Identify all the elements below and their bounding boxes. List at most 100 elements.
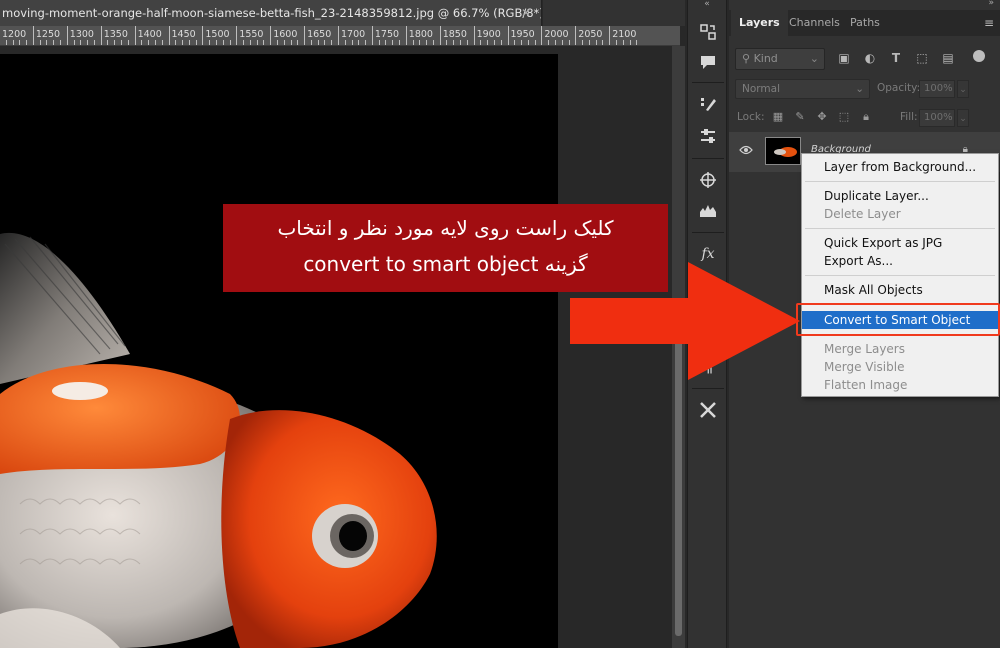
brushes-icon[interactable] — [695, 92, 721, 116]
shape-filter-icon[interactable]: ⬚ — [915, 51, 929, 65]
tab-bar-empty — [543, 0, 685, 26]
ruler-minor-tick — [209, 40, 211, 45]
ruler-minor-tick — [73, 40, 75, 45]
ruler-minor-tick — [114, 40, 116, 45]
ruler-label: 1850 — [442, 29, 467, 40]
document-title: moving-moment-orange-half-moon-siamese-b… — [2, 6, 541, 20]
ruler-minor-tick — [622, 40, 624, 45]
ruler-major-tick — [66, 26, 68, 45]
adjustments-icon[interactable] — [695, 124, 721, 148]
menu-item-flatten-image[interactable]: Flatten Image — [802, 376, 998, 394]
ruler-minor-tick — [365, 40, 367, 45]
ruler-minor-tick — [249, 40, 251, 45]
scrollbar-thumb[interactable] — [675, 336, 682, 636]
ruler-minor-tick — [154, 40, 156, 45]
filter-kind-select[interactable]: ⚲ Kind ⌄ — [735, 48, 825, 70]
collapse-panel-icon[interactable]: » — [988, 0, 994, 8]
menu-item-export-as[interactable]: Export As... — [802, 252, 998, 270]
chevron-down-icon: ⌄ — [855, 83, 864, 95]
ruler-minor-tick — [636, 40, 638, 45]
fish-photo — [0, 54, 558, 648]
collapse-dock-icon[interactable]: « — [688, 0, 726, 10]
ruler-minor-tick — [500, 40, 502, 45]
fill-chevron-icon[interactable]: ⌄ — [957, 109, 969, 127]
ruler-label: 1800 — [408, 29, 433, 40]
fill-field[interactable]: 100% — [919, 109, 955, 127]
ruler-minor-tick — [256, 40, 258, 45]
opacity-label: Opacity: — [877, 82, 921, 94]
ruler-minor-tick — [615, 40, 617, 45]
ruler-minor-tick — [5, 40, 7, 45]
ruler-minor-tick — [378, 40, 380, 45]
ruler-label: 1300 — [69, 29, 94, 40]
blend-mode-select[interactable]: Normal ⌄ — [735, 79, 870, 99]
ruler-minor-tick — [161, 40, 163, 45]
callout-line-1: کلیک راست روی لایه مورد نظر و انتخاب — [277, 216, 614, 240]
ruler-major-tick — [304, 26, 306, 45]
lock-transparent-icon[interactable]: ▦ — [771, 110, 785, 124]
ruler-major-tick — [338, 26, 339, 45]
pointer-arrow-icon — [570, 262, 800, 380]
tab-layers[interactable]: Layers — [731, 10, 788, 36]
ruler-minor-tick — [493, 40, 495, 45]
kind-label: Kind — [753, 52, 778, 65]
ruler-minor-tick — [39, 40, 41, 45]
menu-item-delete-layer[interactable]: Delete Layer — [802, 205, 998, 223]
opacity-field[interactable]: 100% — [919, 80, 955, 98]
chevron-down-icon: ⌄ — [809, 52, 819, 65]
document-tab[interactable]: moving-moment-orange-half-moon-siamese-b… — [0, 0, 542, 26]
ruler-major-tick — [100, 26, 102, 45]
ruler-minor-tick — [243, 40, 245, 45]
menu-item-merge-layers[interactable]: Merge Layers — [802, 340, 998, 358]
ruler-minor-tick — [527, 40, 529, 45]
ruler-minor-tick — [215, 40, 217, 45]
tools-cross-icon[interactable] — [695, 398, 721, 422]
menu-item-mask-all-objects[interactable]: Mask All Objects — [802, 281, 998, 299]
ruler-minor-tick — [93, 40, 95, 45]
adjustment-filter-icon[interactable]: ◐ — [863, 51, 877, 65]
filter-toggle[interactable] — [973, 50, 985, 62]
ruler-minor-tick — [107, 40, 109, 45]
lock-all-icon[interactable]: 🔒︎ — [859, 110, 873, 124]
ruler-minor-tick — [534, 40, 536, 45]
tab-channels[interactable]: Channels — [781, 10, 848, 36]
lock-pixels-icon[interactable]: ✎ — [793, 110, 807, 124]
comment-icon[interactable] — [695, 50, 721, 74]
ruler-minor-tick — [290, 40, 292, 45]
menu-item-quick-export-jpg[interactable]: Quick Export as JPG — [802, 234, 998, 252]
opacity-chevron-icon[interactable]: ⌄ — [957, 80, 969, 98]
ruler-minor-tick — [80, 40, 82, 45]
menu-item-merge-visible[interactable]: Merge Visible — [802, 358, 998, 376]
type-filter-icon[interactable]: T — [889, 51, 903, 65]
smart-object-filter-icon[interactable]: ▤ — [941, 51, 955, 65]
lock-artboard-icon[interactable]: ⬚ — [837, 110, 851, 124]
menu-item-layer-from-background[interactable]: Layer from Background... — [802, 158, 998, 176]
ruler-minor-tick — [419, 40, 421, 45]
ruler-minor-tick — [188, 40, 190, 45]
history-icon[interactable] — [695, 20, 721, 44]
tab-paths[interactable]: Paths — [842, 10, 888, 36]
visibility-eye-icon[interactable] — [739, 144, 753, 159]
lock-position-icon[interactable]: ✥ — [815, 110, 829, 124]
ruler-minor-tick — [514, 40, 516, 45]
close-icon[interactable]: ✕ — [521, 6, 531, 20]
panel-tabs: Layers Channels Paths ≡ — [729, 10, 1000, 36]
ruler-minor-tick — [297, 40, 299, 45]
ruler-minor-tick — [310, 40, 312, 45]
ruler-minor-tick — [588, 40, 590, 45]
pixel-filter-icon[interactable]: ▣ — [837, 51, 851, 65]
ruler-minor-tick — [446, 40, 448, 45]
ruler-minor-tick — [331, 40, 333, 45]
ruler-minor-tick — [60, 40, 62, 45]
ruler-label: 2050 — [578, 29, 603, 40]
menu-item-duplicate-layer[interactable]: Duplicate Layer... — [802, 187, 998, 205]
ruler-major-tick — [507, 26, 509, 45]
navigator-icon[interactable] — [695, 168, 721, 192]
histogram-icon[interactable] — [695, 198, 721, 222]
ruler-minor-tick — [263, 40, 265, 45]
ruler-minor-tick — [222, 40, 224, 45]
panel-menu-icon[interactable]: ≡ — [984, 16, 994, 30]
ruler-major-tick — [32, 26, 34, 45]
ruler-label: 1700 — [341, 29, 366, 40]
ruler-minor-tick — [561, 40, 563, 45]
